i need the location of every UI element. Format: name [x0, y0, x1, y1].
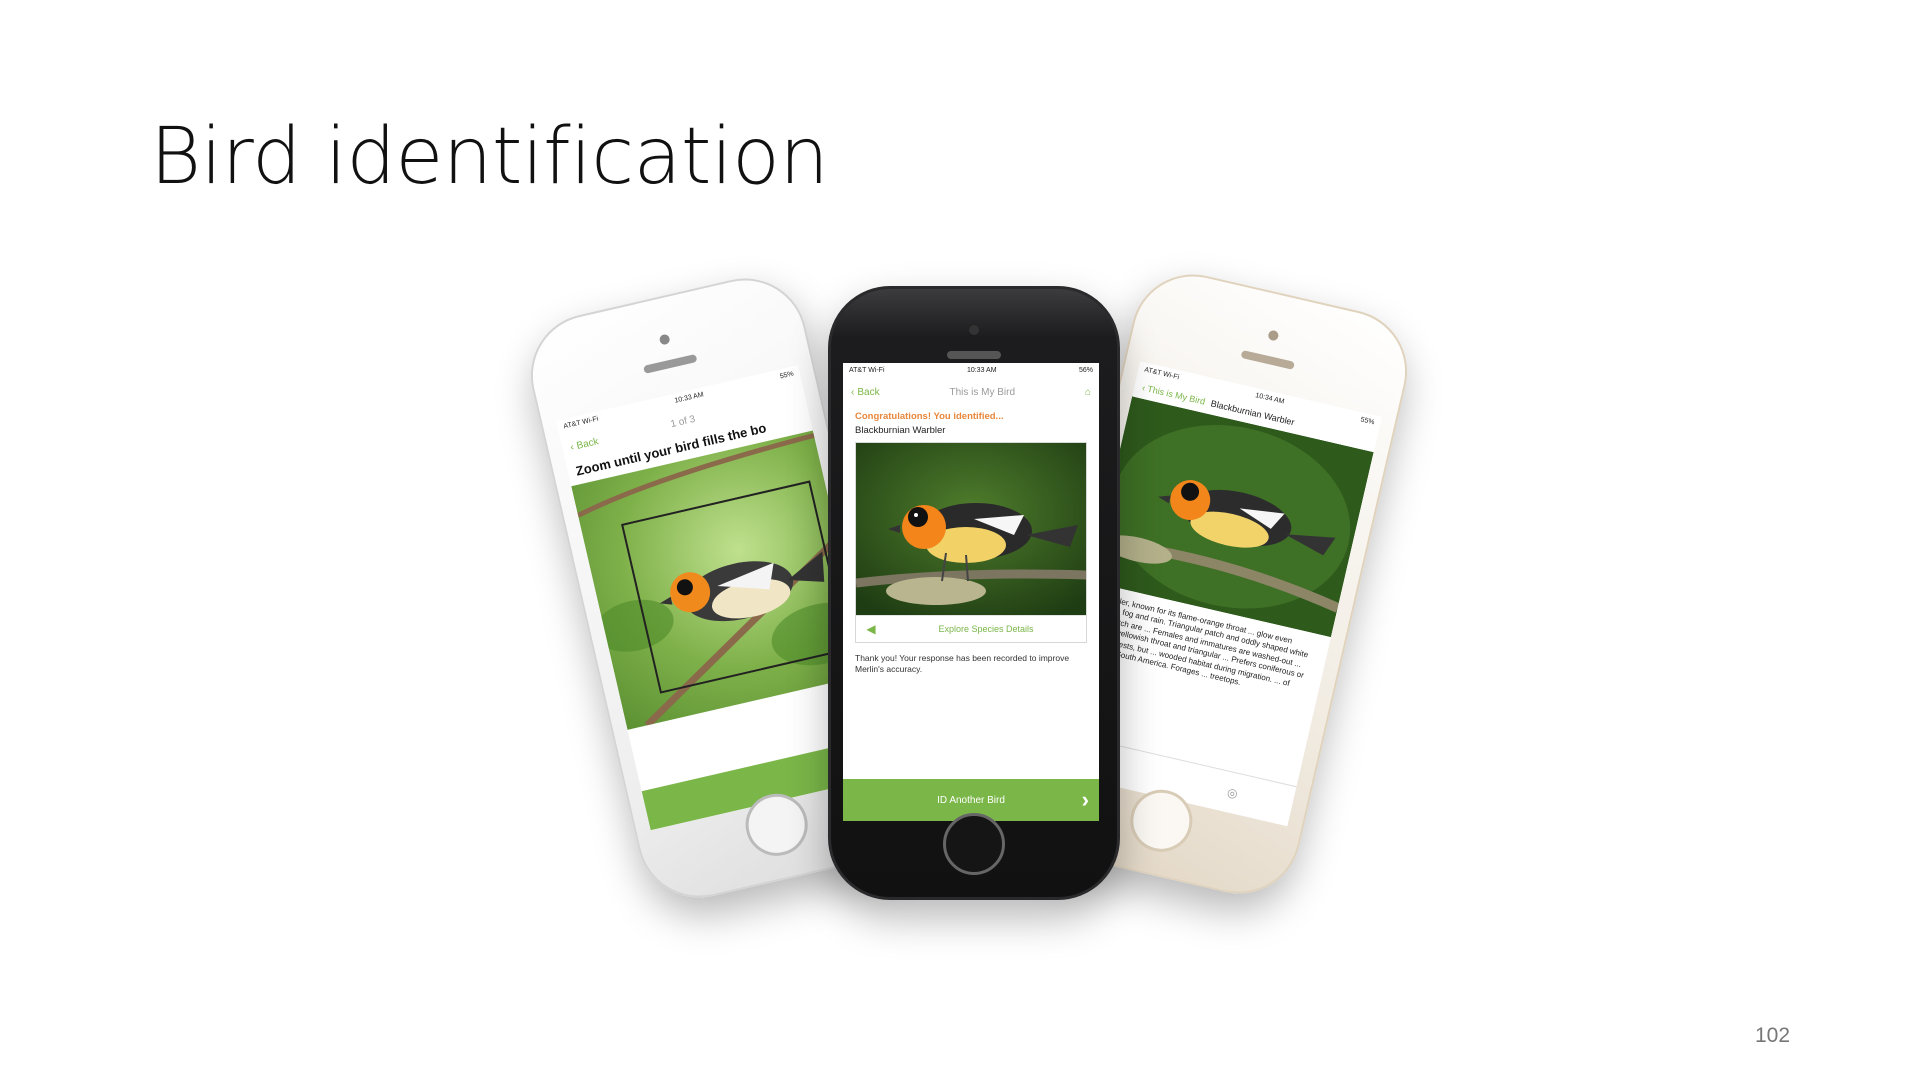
card-footer: ◀ Explore Species Details — [856, 615, 1086, 642]
chevron-left-icon: ‹ — [851, 386, 855, 398]
thanks-message: Thank you! Your response has been record… — [855, 653, 1070, 675]
back-button[interactable]: ‹ Back — [569, 436, 599, 453]
battery-label: 55% — [1359, 415, 1376, 426]
page-number: 102 — [1755, 1024, 1791, 1047]
home-button — [943, 813, 1005, 875]
battery-label: 56% — [1078, 366, 1093, 374]
back-label: Back — [857, 386, 880, 398]
chevron-right-icon: › — [1081, 787, 1089, 812]
species-card: ◀ Explore Species Details — [855, 442, 1087, 643]
chevron-left-icon: ‹ — [569, 441, 576, 453]
battery-label: 55% — [779, 369, 795, 380]
bird-photo[interactable] — [856, 443, 1086, 615]
target-icon[interactable]: ◎ — [1226, 785, 1239, 801]
front-camera — [658, 333, 671, 346]
front-camera — [1267, 329, 1280, 342]
warbler-illustration — [856, 443, 1086, 615]
congrats-message: Congratulations! You identified... — [855, 411, 1004, 422]
front-camera — [969, 325, 979, 335]
bird-crop-photo[interactable] — [571, 430, 870, 730]
back-button[interactable]: ‹ Back — [851, 387, 880, 398]
explore-species-link[interactable]: Explore Species Details — [886, 624, 1086, 634]
earpiece-speaker — [947, 351, 1001, 359]
play-sound-icon[interactable]: ◀ — [856, 622, 886, 636]
earpiece-speaker — [643, 353, 698, 374]
back-label: Back — [575, 435, 600, 452]
center-phone-screen: AT&T Wi-Fi 10:33 AM 56% ‹ Back This is M… — [843, 363, 1099, 821]
id-another-label: ID Another Bird — [937, 794, 1005, 806]
center-phone-mockup: AT&T Wi-Fi 10:33 AM 56% ‹ Back This is M… — [828, 286, 1120, 900]
carrier-label: AT&T Wi-Fi — [849, 366, 885, 374]
time-label: 10:33 AM — [966, 366, 997, 374]
status-bar: AT&T Wi-Fi 10:33 AM 56% — [843, 363, 1099, 377]
home-icon[interactable]: ⌂ — [1085, 387, 1091, 398]
earpiece-speaker — [1240, 349, 1295, 370]
nav-bar: ‹ Back This is My Bird ⌂ — [843, 377, 1099, 407]
slide-title: Bird identification — [150, 112, 829, 202]
nav-title: This is My Bird — [949, 386, 1016, 398]
step-indicator: 1 of 3 — [669, 413, 697, 430]
species-name: Blackburnian Warbler — [855, 425, 946, 436]
